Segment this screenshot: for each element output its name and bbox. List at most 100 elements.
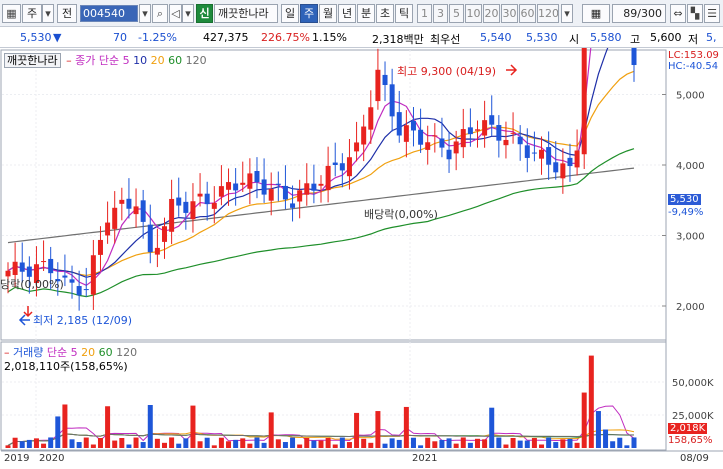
- chart-type-icon[interactable]: ▚: [687, 4, 703, 23]
- volume-bar: [560, 439, 566, 448]
- candle-body: [133, 206, 139, 215]
- candle-body: [453, 141, 459, 154]
- type-select[interactable]: 전: [57, 4, 77, 23]
- candle-body: [169, 198, 175, 232]
- market-dropdown-icon[interactable]: ▾: [42, 4, 54, 23]
- speaker-icon[interactable]: ◁: [169, 4, 182, 23]
- price-ma-label: 종가 단순: [75, 54, 120, 67]
- y-tick-label: 4,000: [676, 161, 705, 172]
- sin-badge: 신: [196, 4, 213, 23]
- volume-bar: [275, 439, 281, 448]
- volume-bar: [176, 443, 182, 448]
- current-price: 5,530: [20, 31, 52, 44]
- interval-3[interactable]: 3: [433, 4, 448, 23]
- low-label: 저: [688, 33, 699, 46]
- candle-body: [19, 262, 25, 272]
- tab-minute-label: 분: [360, 7, 372, 20]
- volume-tick-label: 50,000K: [672, 378, 714, 389]
- interval-60[interactable]: 60: [519, 4, 536, 23]
- candle-body: [162, 226, 167, 242]
- candle-body: [261, 179, 267, 195]
- tab-year[interactable]: 년: [338, 4, 356, 23]
- low-annotation: 최저 2,185 (12/09): [33, 314, 133, 327]
- candle-body: [12, 261, 18, 275]
- candle-body: [211, 202, 217, 209]
- volume-value-badge: 2,018K: [668, 423, 708, 434]
- chart-area[interactable]: 9,0008,0007,0006,0005,0004,0003,0002,000…: [0, 48, 723, 469]
- interval-10[interactable]: 10: [465, 4, 482, 23]
- stock-chart[interactable]: 9,0008,0007,0006,0005,0004,0003,0002,000…: [0, 48, 723, 469]
- stock-code-input[interactable]: 004540: [80, 5, 138, 22]
- candle-body: [574, 150, 580, 168]
- candle-body: [254, 171, 260, 183]
- candle-body: [382, 74, 388, 86]
- stock-title-box[interactable]: 깨끗한나라: [4, 53, 61, 68]
- tab-day[interactable]: 일: [281, 4, 299, 23]
- volume-bar: [133, 437, 139, 448]
- interval-5[interactable]: 5: [449, 4, 464, 23]
- volume-bar: [332, 444, 338, 448]
- volume-bar: [325, 438, 331, 448]
- interval-20[interactable]: 20: [483, 4, 500, 23]
- candle-body: [503, 139, 509, 146]
- interval-1[interactable]: 1: [417, 4, 432, 23]
- tab-month[interactable]: 월: [319, 4, 337, 23]
- candle-body: [517, 136, 523, 145]
- interval-120[interactable]: 120: [537, 4, 559, 23]
- hc-label: HC:-40.54: [668, 61, 719, 72]
- candle-body: [190, 201, 196, 220]
- ma60-label: 60: [168, 54, 183, 67]
- tab-week[interactable]: 주: [300, 4, 318, 23]
- interval-10-label: 10: [466, 7, 481, 20]
- candle-body: [126, 198, 132, 209]
- volume-bar: [240, 438, 246, 448]
- volume-pct-label: 158,65%: [668, 435, 713, 446]
- calendar-button[interactable]: ▦: [582, 4, 610, 23]
- interval-30[interactable]: 30: [501, 4, 518, 23]
- display-count: 89/300: [623, 7, 662, 20]
- tab-minute[interactable]: 분: [357, 4, 375, 23]
- candle-body: [439, 138, 445, 148]
- tab-tick-label: 틱: [398, 7, 410, 20]
- code-dropdown-icon[interactable]: ▾: [139, 4, 151, 23]
- volume-bar: [588, 355, 594, 448]
- candle-body: [154, 247, 160, 255]
- candle-body: [226, 182, 232, 190]
- volume-bar: [631, 437, 637, 448]
- volume-tick-label: 25,000K: [672, 411, 714, 422]
- candle-body: [176, 197, 182, 206]
- grid-menu-icon[interactable]: ▦: [2, 4, 21, 23]
- dividend-annotation-left: 당락(0,00%): [0, 278, 64, 291]
- candle-body: [631, 48, 637, 66]
- stock-name: 깨끗한나라: [218, 7, 269, 20]
- candle-body: [560, 163, 566, 179]
- tab-tick[interactable]: 틱: [395, 4, 413, 23]
- volume-bar: [346, 442, 352, 448]
- toolbar-more-icon[interactable]: ☰: [704, 4, 720, 23]
- candle-body: [510, 132, 516, 134]
- volume-bar: [361, 438, 367, 448]
- candle-body: [318, 183, 324, 186]
- tab-second[interactable]: 초: [376, 4, 394, 23]
- display-count-field[interactable]: 89/300: [612, 4, 666, 23]
- volume-bar: [62, 404, 68, 448]
- candle-body: [425, 142, 431, 150]
- volume-bar: [282, 442, 288, 448]
- tab-year-label: 년: [341, 7, 353, 20]
- zoom-fit-icon[interactable]: ⇔: [670, 4, 686, 23]
- x-label-2020: 2020: [39, 453, 65, 464]
- ma20-label: 20: [150, 54, 165, 67]
- type-label: 전: [61, 7, 73, 20]
- volume-bar: [460, 437, 466, 448]
- volume-bar: [69, 439, 75, 448]
- interval-dropdown-icon[interactable]: ▾: [561, 4, 573, 23]
- candle-body: [48, 258, 54, 274]
- sound-dropdown-icon[interactable]: ▾: [182, 4, 194, 23]
- volume-bar: [261, 442, 267, 448]
- candle-body: [553, 162, 559, 173]
- volume-bar: [290, 437, 296, 448]
- candle-body: [304, 183, 310, 195]
- market-select[interactable]: 주: [22, 4, 42, 23]
- current-pct-label: -9,49%: [668, 207, 704, 218]
- search-icon[interactable]: ⌕: [152, 4, 168, 23]
